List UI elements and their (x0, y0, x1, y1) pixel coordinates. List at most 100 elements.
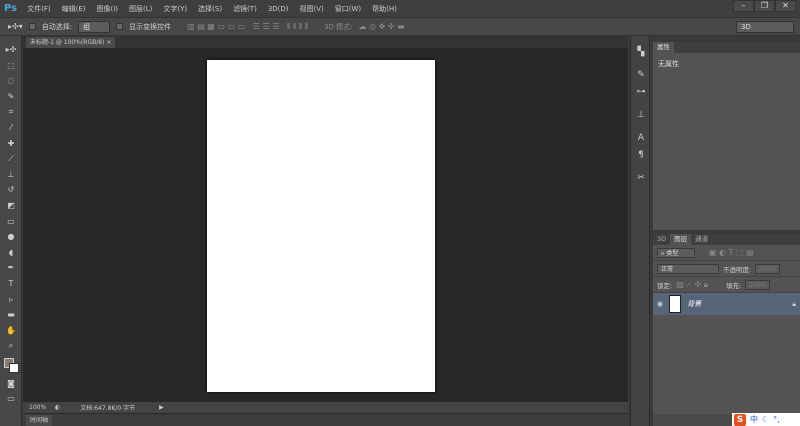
close-tab-icon[interactable]: × (106, 39, 111, 46)
tool-presets-icon[interactable]: ✂ (631, 170, 651, 187)
menu-layer[interactable]: 图层(L) (129, 4, 152, 14)
brush-tool[interactable]: ⟋ (0, 151, 22, 167)
layer-name[interactable]: 背景 (687, 299, 701, 309)
layer-thumbnail (669, 295, 682, 313)
layers-panel: 3D 图层 通道 ⌕ 类型 ▣ ◐ T ⬚ ▤ 正常 不透明度: 100% 锁定… (653, 234, 800, 426)
move-tool[interactable]: ▸✣ (0, 42, 22, 58)
visibility-eye-icon[interactable]: ◉ (657, 300, 663, 308)
photoshop-logo: Ps (4, 3, 18, 14)
minimize-button[interactable]: – (733, 0, 754, 12)
tab-layers[interactable]: 图层 (670, 234, 692, 245)
sogou-logo-icon[interactable]: S (734, 413, 746, 426)
type-tool[interactable]: T (0, 276, 22, 292)
punctuation-icon[interactable]: °, (773, 415, 780, 424)
marquee-tool[interactable]: ⬚ (0, 58, 22, 74)
tab-3d[interactable]: 3D (653, 234, 670, 245)
hand-tool[interactable]: ✋ (0, 323, 22, 339)
timeline-panel: 时间轴 (23, 413, 628, 426)
document-tab-title: 未标题-1 @ 100%(RGB/8) (30, 39, 105, 46)
ime-mode[interactable]: 中 (750, 414, 758, 425)
window-controls: – ❐ ✕ (733, 0, 796, 12)
fill-label: 填充: (725, 281, 742, 290)
status-menu-arrow[interactable]: ▶ (159, 404, 164, 411)
align-icons[interactable]: ▥ ▤ ▦ ▭ ▭ ▭ ☰ ☰ ☰ ⫴ ⫴ ⫴ ⫴ (187, 22, 308, 32)
menu-3d[interactable]: 3D(D) (268, 5, 289, 13)
document-tab[interactable]: 未标题-1 @ 100%(RGB/8) × (26, 37, 116, 48)
paragraph-icon[interactable]: ¶ (631, 147, 651, 164)
blend-mode-dropdown[interactable]: 正常 (657, 263, 719, 274)
character-icon[interactable]: A (631, 130, 651, 147)
menu-select[interactable]: 选择(S) (198, 4, 222, 14)
options-bar: ▸✣▾ 自动选择: 组 显示变换控件 ▥ ▤ ▦ ▭ ▭ ▭ ☰ ☰ ☰ ⫴ ⫴… (0, 17, 800, 36)
properties-content: 无属性 (658, 60, 679, 68)
quick-select-tool[interactable]: ✎ (0, 89, 22, 105)
panel-dock-strip: ▚ ✎ ⊶ ⊥ A ¶ ✂ (630, 36, 650, 426)
quick-mask-icon[interactable]: ◙ (0, 376, 22, 392)
ime-toolbar: S 中 ☾ °, (732, 413, 800, 426)
close-button[interactable]: ✕ (775, 0, 796, 12)
filter-kind-value: 类型 (666, 249, 679, 257)
eraser-tool[interactable]: ◩ (0, 198, 22, 214)
workspace-dropdown[interactable]: 3D (736, 20, 794, 33)
document-canvas[interactable] (207, 60, 435, 392)
layer-row[interactable]: ◉ 背景 🔒︎ (653, 293, 800, 315)
crop-tool[interactable]: ⌗ (0, 104, 22, 120)
show-transform-label: 显示变换控件 (129, 22, 172, 31)
moon-icon[interactable]: ☾ (762, 415, 769, 424)
lasso-tool[interactable]: ◌ (0, 73, 22, 89)
properties-tab[interactable]: 属性 (653, 42, 674, 53)
fill-input[interactable]: 100% (745, 279, 771, 290)
layer-lock-icon: 🔒︎ (792, 299, 796, 308)
background-color[interactable] (9, 362, 19, 373)
history-icon[interactable]: ▚ (631, 44, 651, 61)
document-tabs: 未标题-1 @ 100%(RGB/8) × (22, 36, 628, 48)
move-tool-preset-icon[interactable]: ▸✣▾ (8, 22, 23, 31)
doc-info: 文档:647.8K/0 字节 (80, 405, 136, 412)
toolbar: ▸✣ ⬚ ◌ ✎ ⌗ ⁄ ✚ ⟋ ⊥ ↺ ◩ ▭ ● ◖ ✒ T ▹ ▬ ✋ ⌕… (0, 36, 22, 426)
lock-label: 锁定: (657, 281, 673, 290)
brush-preset-icon[interactable]: ✎ (631, 67, 651, 84)
show-transform-checkbox[interactable] (116, 23, 124, 30)
screen-mode-icon[interactable]: ▭ (0, 391, 22, 407)
canvas-area[interactable] (23, 48, 628, 402)
restore-button[interactable]: ❐ (754, 0, 775, 12)
healing-tool[interactable]: ✚ (0, 136, 22, 152)
gradient-tool[interactable]: ▭ (0, 214, 22, 230)
blur-tool[interactable]: ● (0, 229, 22, 245)
status-icon[interactable]: ◐ (55, 404, 60, 411)
auto-select-dropdown[interactable]: 组 (78, 20, 111, 33)
eyedropper-tool[interactable]: ⁄ (0, 120, 22, 136)
rectangle-tool[interactable]: ▬ (0, 307, 22, 323)
3d-mode-label: 3D 模式: (324, 22, 353, 31)
filter-kind-dropdown[interactable]: ⌕ 类型 (657, 247, 695, 258)
menu-type[interactable]: 文字(Y) (163, 4, 187, 14)
menu-filter[interactable]: 滤镜(T) (233, 4, 257, 14)
dodge-tool[interactable]: ◖ (0, 245, 22, 261)
adjustments-icon[interactable]: ⊶ (631, 84, 651, 101)
menu-window[interactable]: 窗口(W) (335, 4, 361, 14)
pen-tool[interactable]: ✒ (0, 260, 22, 276)
clone-source-icon[interactable]: ⊥ (631, 107, 651, 124)
menu-bar: Ps 文件(F) 编辑(E) 图像(I) 图层(L) 文字(Y) 选择(S) 滤… (0, 0, 800, 17)
menu-edit[interactable]: 编辑(E) (62, 4, 86, 14)
properties-panel: 属性 无属性 (653, 42, 800, 230)
zoom-level[interactable]: 100% (29, 404, 51, 411)
menu-help[interactable]: 帮助(H) (372, 4, 397, 14)
clone-stamp-tool[interactable]: ⊥ (0, 167, 22, 183)
timeline-tab[interactable]: 时间轴 (26, 415, 53, 426)
opacity-label: 不透明度: (723, 265, 752, 274)
history-brush-tool[interactable]: ↺ (0, 182, 22, 198)
lock-icons[interactable]: ▧ ⟋ ✣ 🔒︎ (676, 280, 708, 290)
path-select-tool[interactable]: ▹ (0, 292, 22, 308)
menu-file[interactable]: 文件(F) (27, 4, 51, 14)
tab-channels[interactable]: 通道 (691, 234, 712, 245)
filter-icons[interactable]: ▣ ◐ T ⬚ ▤ (709, 248, 754, 257)
menu-image[interactable]: 图像(I) (97, 4, 119, 14)
menu-view[interactable]: 视图(V) (300, 4, 324, 14)
auto-select-checkbox[interactable] (28, 23, 36, 30)
auto-select-label: 自动选择: (41, 22, 73, 31)
opacity-input[interactable]: 100% (755, 263, 781, 274)
zoom-tool[interactable]: ⌕ (0, 338, 22, 354)
3d-mode-icons[interactable]: ☁ ◎ ✥ ✣ ▬ (359, 22, 405, 31)
color-swatches[interactable] (0, 354, 21, 376)
